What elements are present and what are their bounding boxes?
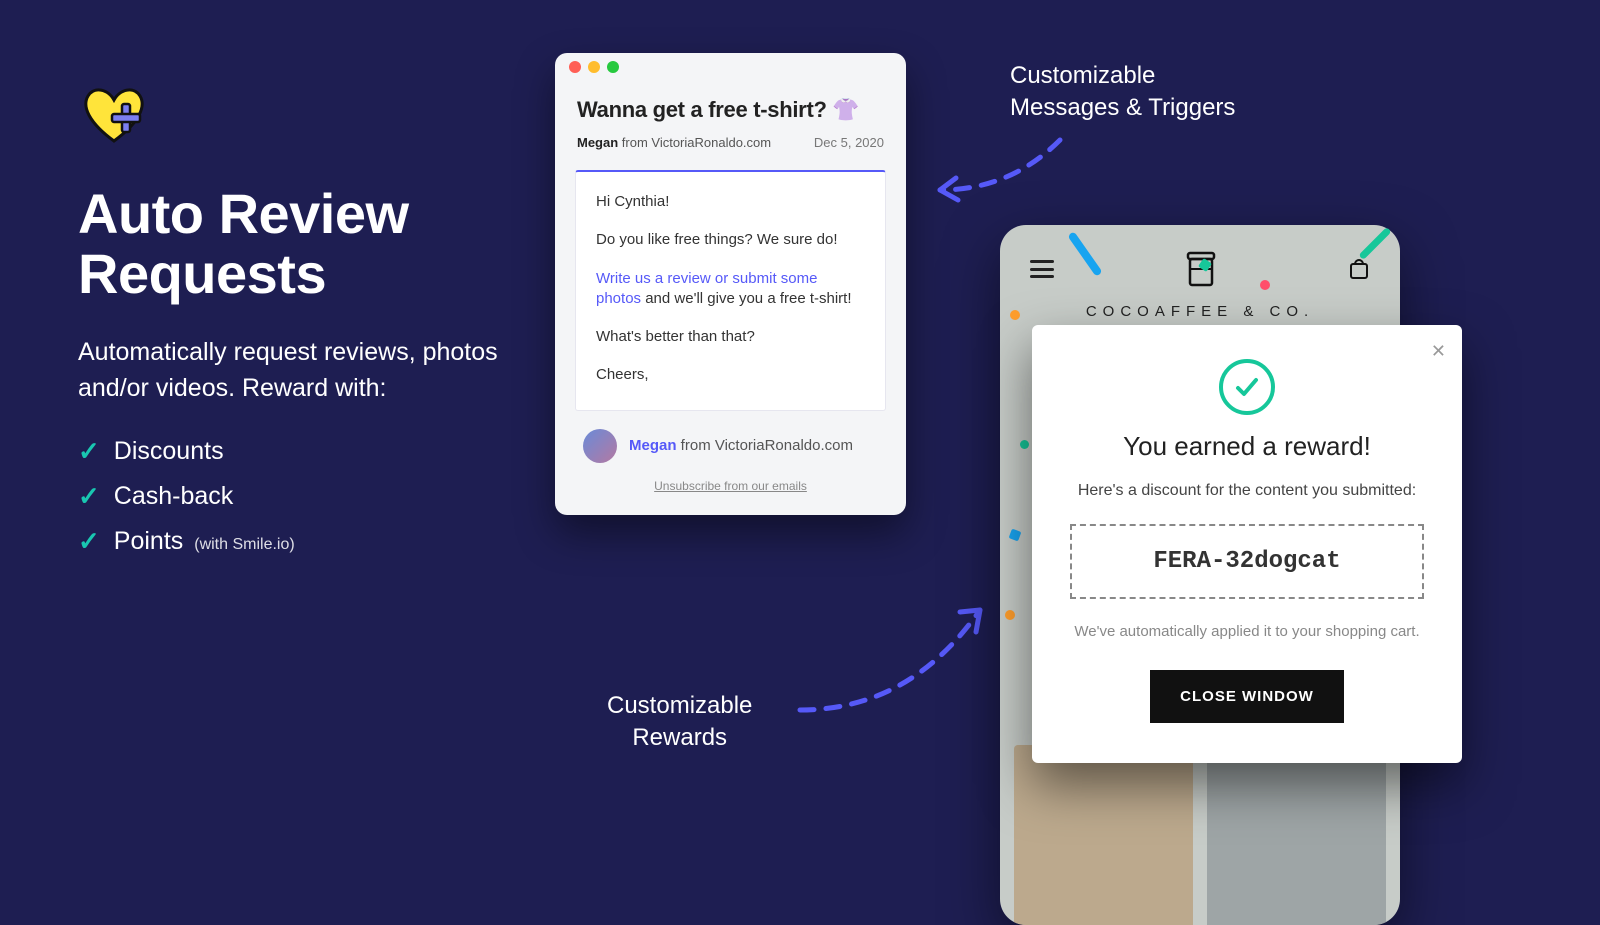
hamburger-icon[interactable] xyxy=(1030,260,1054,278)
check-icon: ✓ xyxy=(78,481,100,512)
unsubscribe-link[interactable]: Unsubscribe from our emails xyxy=(555,473,906,515)
confetti xyxy=(1005,610,1015,620)
modal-title: You earned a reward! xyxy=(1070,431,1424,462)
close-window-button[interactable]: CLOSE WINDOW xyxy=(1150,670,1344,723)
email-from: Megan from VictoriaRonaldo.com xyxy=(577,135,771,150)
arrow-rewards xyxy=(790,590,1010,735)
bullet-note: (with Smile.io) xyxy=(194,536,294,553)
check-icon: ✓ xyxy=(78,526,100,557)
bullet-label: Discounts xyxy=(114,437,224,466)
bullet-cashback: ✓ Cash-back xyxy=(78,481,498,512)
page-title: Auto Review Requests xyxy=(78,184,498,304)
arrow-messages xyxy=(920,130,1070,225)
close-icon[interactable]: ✕ xyxy=(1431,341,1446,362)
callout-rewards: CustomizableRewards xyxy=(607,690,752,755)
bullet-discounts: ✓ Discounts xyxy=(78,436,498,467)
bullet-points: ✓ Points (with Smile.io) xyxy=(78,526,498,557)
bullet-label: Cash-back xyxy=(114,482,234,511)
window-maximize-icon[interactable] xyxy=(607,61,619,73)
applied-note: We've automatically applied it to your s… xyxy=(1070,621,1424,642)
email-date: Dec 5, 2020 xyxy=(814,135,884,150)
email-window: Wanna get a free t-shirt? 👚 Megan from V… xyxy=(555,53,906,515)
email-cta-line: Write us a review or submit some photos … xyxy=(596,269,865,310)
email-greeting: Hi Cynthia! xyxy=(596,192,865,212)
email-line3: What's better than that? xyxy=(596,327,865,347)
success-check-icon xyxy=(1219,359,1275,415)
email-sender: Megan from VictoriaRonaldo.com xyxy=(555,419,906,473)
check-icon: ✓ xyxy=(78,436,100,467)
product-tile[interactable] xyxy=(1207,745,1386,925)
modal-subtitle: Here's a discount for the content you su… xyxy=(1070,480,1424,502)
avatar xyxy=(583,429,617,463)
reward-modal: ✕ You earned a reward! Here's a discount… xyxy=(1032,325,1462,763)
window-titlebar xyxy=(555,53,906,81)
email-body: Hi Cynthia! Do you like free things? We … xyxy=(575,170,886,411)
page-subtitle: Automatically request reviews, photos an… xyxy=(78,334,498,407)
callout-messages: CustomizableMessages & Triggers xyxy=(1010,60,1235,125)
window-close-icon[interactable] xyxy=(569,61,581,73)
reward-bullets: ✓ Discounts ✓ Cash-back ✓ Points (with S… xyxy=(78,436,498,557)
logo-heart-plus xyxy=(78,86,152,148)
confetti xyxy=(1020,440,1029,449)
email-subject: Wanna get a free t-shirt? 👚 xyxy=(577,97,884,123)
confetti xyxy=(1260,280,1270,290)
product-tile[interactable] xyxy=(1014,745,1193,925)
bullet-label: Points xyxy=(114,527,183,555)
window-minimize-icon[interactable] xyxy=(588,61,600,73)
confetti xyxy=(1010,310,1020,320)
phone-products xyxy=(1000,745,1400,925)
discount-code[interactable]: FERA-32dogcat xyxy=(1070,524,1424,599)
email-line1: Do you like free things? We sure do! xyxy=(596,230,865,250)
email-signoff: Cheers, xyxy=(596,365,865,385)
shopping-bag-icon[interactable] xyxy=(1348,258,1370,280)
